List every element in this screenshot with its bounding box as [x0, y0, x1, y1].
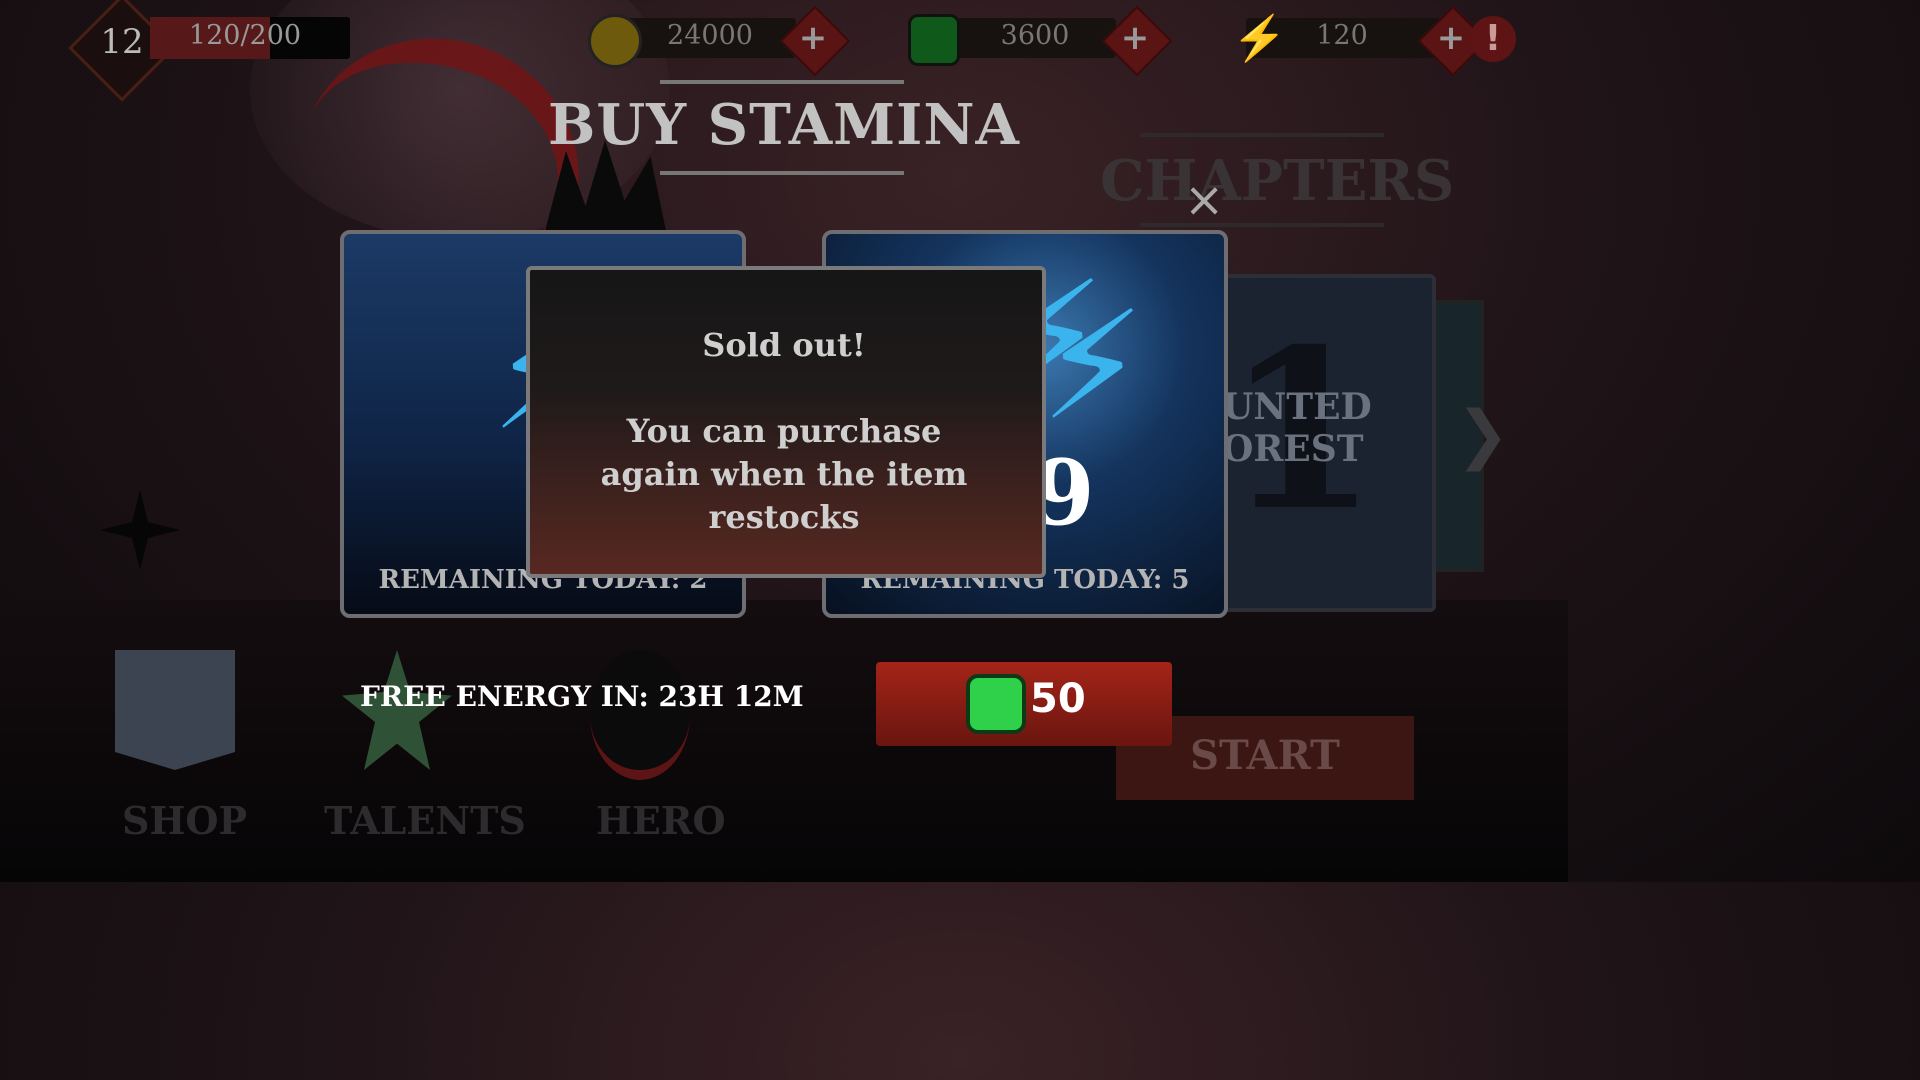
nav-hero[interactable]: HERO	[596, 798, 726, 843]
shuriken-art	[100, 490, 180, 570]
title-line-bottom	[660, 171, 904, 175]
modal-title: Sold out!	[702, 326, 866, 364]
chapters-title-line	[1140, 133, 1384, 137]
chevron-right-icon: ❯	[1456, 398, 1510, 472]
modal-message: You can purchase again when the item res…	[600, 412, 968, 536]
chapters-title-line	[1140, 223, 1384, 227]
gem-icon	[908, 14, 960, 66]
notification-alert-icon[interactable]: !	[1470, 16, 1516, 62]
nav-talents[interactable]: TALENTS	[324, 798, 526, 843]
shop-bag-icon[interactable]	[115, 650, 235, 770]
free-energy-timer: FREE ENERGY IN: 23H 12M	[360, 680, 804, 713]
xp-value: 120/200	[188, 20, 302, 51]
gem-value: 3600	[1000, 20, 1070, 51]
title-line-top	[660, 80, 904, 84]
energy-bolt-icon: ⚡	[1040, 280, 1146, 454]
plus-icon: +	[1436, 18, 1466, 58]
gem-icon	[966, 674, 1026, 734]
chapters-title: CHAPTERS	[1100, 148, 1455, 214]
player-level: 12	[100, 22, 144, 62]
plus-icon: +	[1120, 18, 1150, 58]
close-icon[interactable]: ×	[1184, 172, 1224, 228]
buy-price: 50	[1030, 676, 1086, 722]
coin-icon	[588, 14, 642, 68]
energy-value: 120	[1316, 20, 1368, 51]
coin-value: 24000	[667, 20, 753, 51]
hero-ninja-icon[interactable]	[590, 650, 690, 780]
plus-icon: +	[798, 18, 828, 58]
dialog-title: BUY STAMINA	[548, 92, 1020, 158]
chapter-name: UNTED OREST	[1222, 386, 1372, 470]
nav-shop[interactable]: SHOP	[122, 798, 247, 843]
energy-bolt-icon: ⚡	[1232, 13, 1287, 64]
